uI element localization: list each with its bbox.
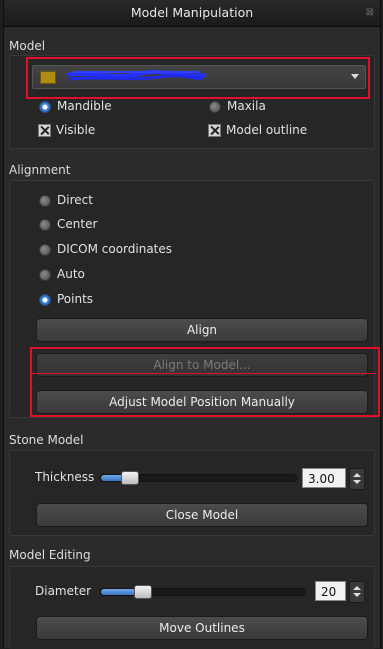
model-section-label: Model bbox=[9, 39, 46, 53]
checkbox-checked-icon bbox=[38, 124, 51, 137]
radio-unselected-icon bbox=[39, 269, 51, 281]
radio-dicom-label: DICOM coordinates bbox=[57, 242, 173, 256]
radio-auto-label: Auto bbox=[57, 267, 85, 281]
spin-down-icon[interactable] bbox=[353, 593, 361, 597]
spin-up-icon[interactable] bbox=[353, 473, 361, 477]
adjust-model-position-button[interactable]: Adjust Model Position Manually bbox=[36, 390, 368, 414]
visible-checkbox-label: Visible bbox=[56, 123, 96, 137]
model-editing-section-label: Model Editing bbox=[9, 548, 91, 562]
panel-title: Model Manipulation bbox=[130, 5, 254, 20]
radio-unselected-icon bbox=[39, 219, 51, 231]
diameter-spinbox[interactable]: 20 bbox=[315, 581, 346, 601]
diameter-spin-buttons[interactable] bbox=[349, 581, 365, 603]
radio-direct-label: Direct bbox=[57, 193, 93, 207]
stone-model-section-label: Stone Model bbox=[9, 433, 84, 447]
radio-mandible-label: Mandible bbox=[57, 99, 112, 113]
alignment-section-label: Alignment bbox=[9, 163, 71, 177]
highlight-divider bbox=[32, 373, 376, 374]
chevron-down-icon bbox=[351, 74, 359, 79]
thickness-slider[interactable] bbox=[100, 471, 297, 485]
radio-unselected-icon bbox=[39, 195, 51, 207]
radio-points-label: Points bbox=[57, 292, 94, 306]
panel-titlebar: Model Manipulation ⊠ bbox=[4, 0, 380, 27]
model-outline-checkbox-label: Model outline bbox=[226, 123, 308, 137]
thickness-label: Thickness bbox=[35, 470, 95, 484]
radio-selected-icon bbox=[39, 101, 51, 113]
redaction-scribble bbox=[66, 70, 206, 81]
panel-close-icon[interactable]: ⊠ bbox=[366, 0, 374, 26]
checkbox-checked-icon bbox=[208, 124, 221, 137]
model-manipulation-panel: Model Manipulation ⊠ Model Mandible Maxi… bbox=[3, 0, 381, 649]
radio-unselected-icon bbox=[209, 101, 221, 113]
move-outlines-button[interactable]: Move Outlines bbox=[36, 616, 368, 640]
thickness-spin-buttons[interactable] bbox=[349, 468, 365, 490]
radio-maxila-label: Maxila bbox=[227, 99, 266, 113]
close-model-button[interactable]: Close Model bbox=[36, 503, 368, 527]
spin-up-icon[interactable] bbox=[353, 586, 361, 590]
model-color-swatch bbox=[40, 71, 56, 84]
radio-selected-icon bbox=[39, 294, 51, 306]
diameter-label: Diameter bbox=[35, 584, 92, 598]
diameter-slider[interactable] bbox=[100, 585, 306, 599]
spin-down-icon[interactable] bbox=[353, 480, 361, 484]
align-button[interactable]: Align bbox=[36, 318, 368, 342]
thickness-spinbox[interactable]: 3.00 bbox=[302, 468, 346, 488]
radio-center-label: Center bbox=[57, 217, 98, 231]
model-select[interactable] bbox=[32, 65, 366, 89]
radio-unselected-icon bbox=[39, 244, 51, 256]
diameter-slider-handle[interactable] bbox=[134, 585, 152, 599]
thickness-slider-handle[interactable] bbox=[121, 471, 139, 485]
